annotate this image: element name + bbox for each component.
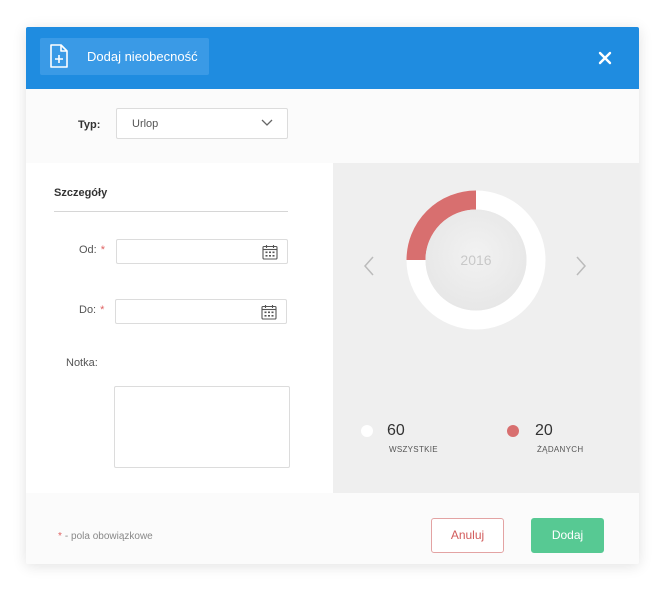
add-absence-modal: Dodaj nieobecność Typ: Urlop Szczegóły O…	[26, 27, 639, 564]
legend-dot-all	[361, 425, 373, 437]
document-add-icon	[50, 44, 68, 68]
modal-header: Dodaj nieobecność	[26, 27, 639, 89]
requested-count: 20	[535, 422, 553, 439]
chevron-down-icon	[261, 119, 273, 126]
calendar-icon[interactable]	[262, 244, 278, 260]
details-title: Szczegóły	[54, 187, 108, 199]
stats-panel: 2016 60 WSZYSTKIE 20 ŻĄDANYCH	[333, 163, 639, 493]
legend-dot-requested	[507, 425, 519, 437]
from-date-input[interactable]	[116, 239, 288, 264]
type-label: Typ:	[78, 119, 101, 131]
requested-label: ŻĄDANYCH	[537, 445, 584, 454]
all-count: 60	[387, 422, 405, 439]
type-row: Typ: Urlop	[26, 89, 639, 162]
all-label: WSZYSTKIE	[389, 445, 438, 454]
details-divider	[54, 211, 288, 212]
required-note: * - pola obowiązkowe	[58, 531, 153, 542]
add-button[interactable]: Dodaj	[531, 518, 604, 553]
modal-title-pill: Dodaj nieobecność	[40, 38, 209, 75]
modal-footer: * - pola obowiązkowe Anuluj Dodaj	[26, 493, 639, 564]
absence-donut-chart: 2016	[406, 190, 546, 330]
note-textarea[interactable]	[114, 386, 290, 468]
type-select-value: Urlop	[132, 118, 159, 130]
to-label: Do: *	[79, 304, 105, 316]
details-panel: Szczegóły Od: * Do: * Notka:	[26, 163, 333, 493]
modal-title: Dodaj nieobecność	[87, 49, 198, 64]
type-select[interactable]: Urlop	[116, 108, 288, 139]
cancel-button[interactable]: Anuluj	[431, 518, 504, 553]
close-icon[interactable]	[597, 50, 613, 66]
to-date-input[interactable]	[115, 299, 287, 324]
calendar-icon[interactable]	[261, 304, 277, 320]
note-label: Notka:	[66, 357, 98, 369]
from-label: Od: *	[79, 244, 106, 256]
year-label: 2016	[460, 252, 491, 268]
